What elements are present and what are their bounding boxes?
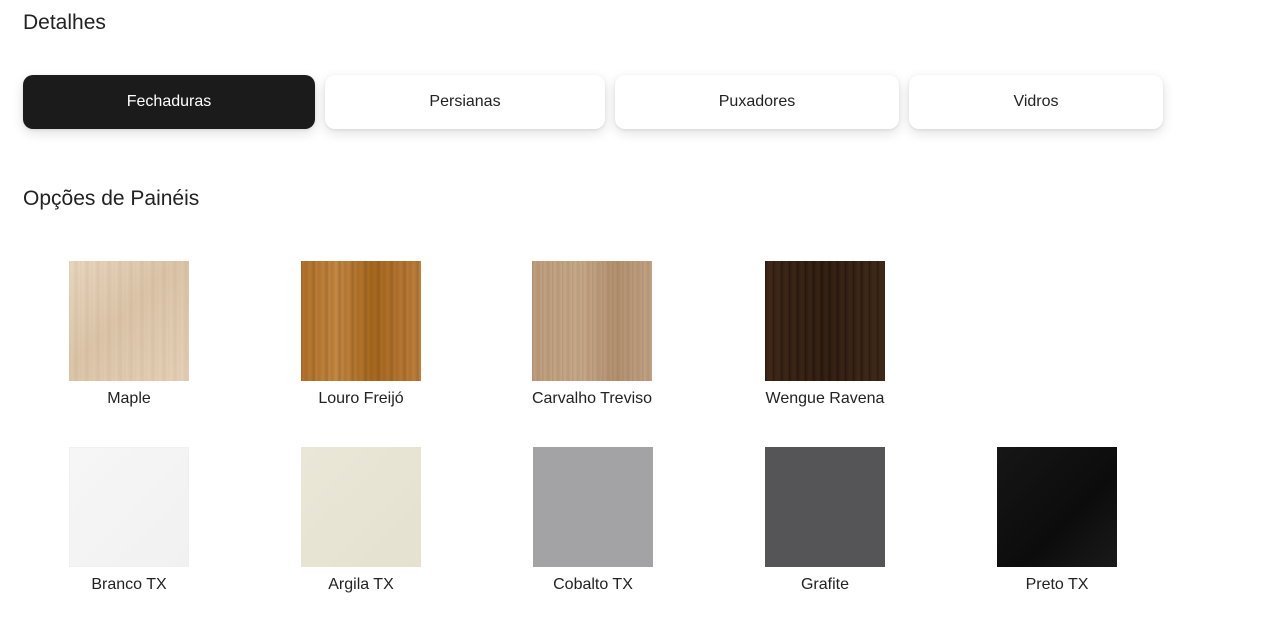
swatch-image xyxy=(301,261,421,381)
swatch-image xyxy=(301,447,421,567)
swatch-label: Branco TX xyxy=(91,576,167,593)
swatch-image xyxy=(997,447,1117,567)
swatch-label: Carvalho Treviso xyxy=(531,390,653,407)
tab-puxadores[interactable]: Puxadores xyxy=(615,75,899,129)
panels-title: Opções de Painéis xyxy=(23,187,200,210)
panel-option-argila-tx[interactable]: Argila TX xyxy=(261,447,461,594)
swatch-image xyxy=(69,261,189,381)
panel-option-louro-freijo[interactable]: Louro Freijó xyxy=(261,261,461,408)
swatch-label: Grafite xyxy=(800,576,849,593)
panel-option-wengue-ravena[interactable]: Wengue Ravena xyxy=(725,261,925,408)
swatch-label: Cobalto TX xyxy=(553,576,633,593)
swatch-label: Preto TX xyxy=(1025,576,1089,593)
swatch-image xyxy=(533,447,653,567)
panel-option-branco-tx[interactable]: Branco TX xyxy=(29,447,229,594)
panel-option-preto-tx[interactable]: Preto TX xyxy=(957,447,1157,594)
swatch-label: Maple xyxy=(107,390,151,407)
tab-persianas[interactable]: Persianas xyxy=(325,75,605,129)
tab-vidros[interactable]: Vidros xyxy=(909,75,1163,129)
panel-option-carvalho-treviso[interactable]: Carvalho Treviso xyxy=(492,261,692,408)
swatch-image xyxy=(765,447,885,567)
tab-fechaduras[interactable]: Fechaduras xyxy=(23,75,315,129)
panel-option-cobalto-tx[interactable]: Cobalto TX xyxy=(493,447,693,594)
details-title: Detalhes xyxy=(23,11,106,34)
swatch-image xyxy=(532,261,652,381)
panel-option-maple[interactable]: Maple xyxy=(29,261,229,408)
swatch-image xyxy=(765,261,885,381)
swatch-label: Louro Freijó xyxy=(318,390,404,407)
swatch-label: Wengue Ravena xyxy=(765,390,885,407)
swatch-image xyxy=(69,447,189,567)
swatch-label: Argila TX xyxy=(328,576,394,593)
panel-option-grafite[interactable]: Grafite xyxy=(725,447,925,594)
